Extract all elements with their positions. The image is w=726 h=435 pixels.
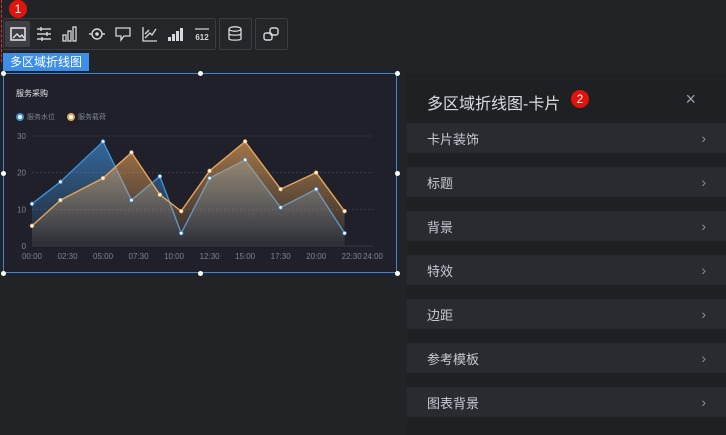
data-point [29,223,35,229]
chevron-right-icon: › [701,350,706,366]
ascending-bars-icon[interactable] [163,21,188,47]
selection-tag: 多区域折线图 [3,53,90,71]
panel-section-label: 背景 [427,219,454,235]
settings-panel: 多区域折线图-卡片 2 × 卡片装饰 › 标题 › 背景 › 特效 › 边距 › 参考模板 › 图表背景… [407,73,726,435]
series-area [32,141,345,246]
data-point [242,139,248,144]
panel-section-row[interactable]: 参考模板 › [407,343,726,373]
data-point [129,150,134,155]
x-tick-label: 00:00 [22,252,43,261]
panel-section-row[interactable]: 边距 › [407,299,726,329]
data-point [157,174,163,179]
y-tick-label: 10 [17,205,26,214]
image-icon[interactable] [5,21,31,47]
panel-section-row[interactable]: 图表背景 › [407,387,726,417]
data-point [178,208,184,214]
panel-section-row[interactable]: 标题 › [407,167,726,197]
resize-handle[interactable] [1,71,6,76]
x-tick-label: 24:00 [363,252,384,261]
step-badge-2: 2 [571,90,589,108]
panel-section-label: 卡片装饰 [427,131,480,147]
panel-section-label: 标题 [427,175,454,191]
resize-handle[interactable] [198,71,203,76]
panel-section-row[interactable]: 卡片装饰 › [407,123,726,153]
panel-section-label: 特效 [427,263,454,279]
bar-chart-icon[interactable] [58,21,83,47]
data-point [129,197,134,203]
y-tick-label: 30 [17,132,26,141]
panel-title: 多区域折线图-卡片 [427,96,561,113]
data-point [58,197,63,203]
flag-icon[interactable] [111,21,136,47]
panel-section-row[interactable]: 背景 › [407,211,726,241]
chevron-right-icon: › [701,218,706,234]
chevron-right-icon: › [701,394,706,410]
number-display-text: 612 [196,33,210,42]
data-point [342,208,347,214]
number-display-icon[interactable]: 612 [190,21,215,47]
toolbar-chart-group: 612 [3,18,216,50]
step-badge-1: 1 [9,0,27,18]
panel-section-label: 参考模板 [427,351,480,367]
close-icon[interactable]: × [685,90,696,108]
data-point [207,175,212,181]
chevron-right-icon: › [701,262,706,278]
data-point [313,186,319,192]
target-icon[interactable] [84,21,109,47]
chart-card[interactable]: 服务采购 服务水位 服务载荷 0 10 20 30 00:00 02:30 05:00 07:… [3,73,397,273]
x-tick-label: 17:30 [271,252,292,261]
data-point [100,139,106,144]
x-tick-label: 12:30 [200,252,221,261]
resize-handle[interactable] [395,271,400,276]
x-tick-label: 22:30 [342,252,363,261]
y-tick-label: 0 [22,242,27,251]
y-tick-label: 20 [17,169,26,178]
chevron-right-icon: › [701,306,706,322]
data-point [342,230,347,236]
data-point [100,175,106,181]
chart-plot: 0 10 20 30 00:00 02:30 05:00 07:30 10:00 12:30 15:… [17,132,384,261]
x-tick-label: 10:00 [164,252,185,261]
x-tick-label: 15:00 [235,252,256,261]
panel-section-label: 图表背景 [427,395,480,411]
x-tick-label: 07:30 [129,252,150,261]
chevron-right-icon: › [701,130,706,146]
chevron-right-icon: › [701,174,706,190]
database-icon[interactable] [222,21,248,47]
data-point [157,192,163,197]
data-point [278,205,283,210]
x-tick-label: 20:00 [306,252,327,261]
resize-handle[interactable] [395,171,400,176]
panel-section-label: 边距 [427,307,454,323]
selection-guide-line [1,0,2,62]
data-point [29,201,35,207]
data-point [58,179,63,185]
x-tick-label: 02:30 [58,252,79,261]
link-icon[interactable] [258,21,284,47]
resize-handle[interactable] [1,271,6,276]
panel-section-row[interactable]: 特效 › [407,255,726,285]
resize-handle[interactable] [1,171,6,176]
resize-handle[interactable] [198,271,203,276]
data-point [242,157,248,163]
data-point [207,168,212,174]
toolbar-data-group [219,18,252,50]
resize-handle[interactable] [395,71,400,76]
toolbar-link-group [255,18,288,50]
sliders-icon[interactable] [31,21,56,47]
x-tick-label: 05:00 [93,252,114,261]
data-point [313,170,319,175]
data-point [178,230,184,236]
data-point [278,186,283,192]
line-axis-icon[interactable] [137,21,162,47]
